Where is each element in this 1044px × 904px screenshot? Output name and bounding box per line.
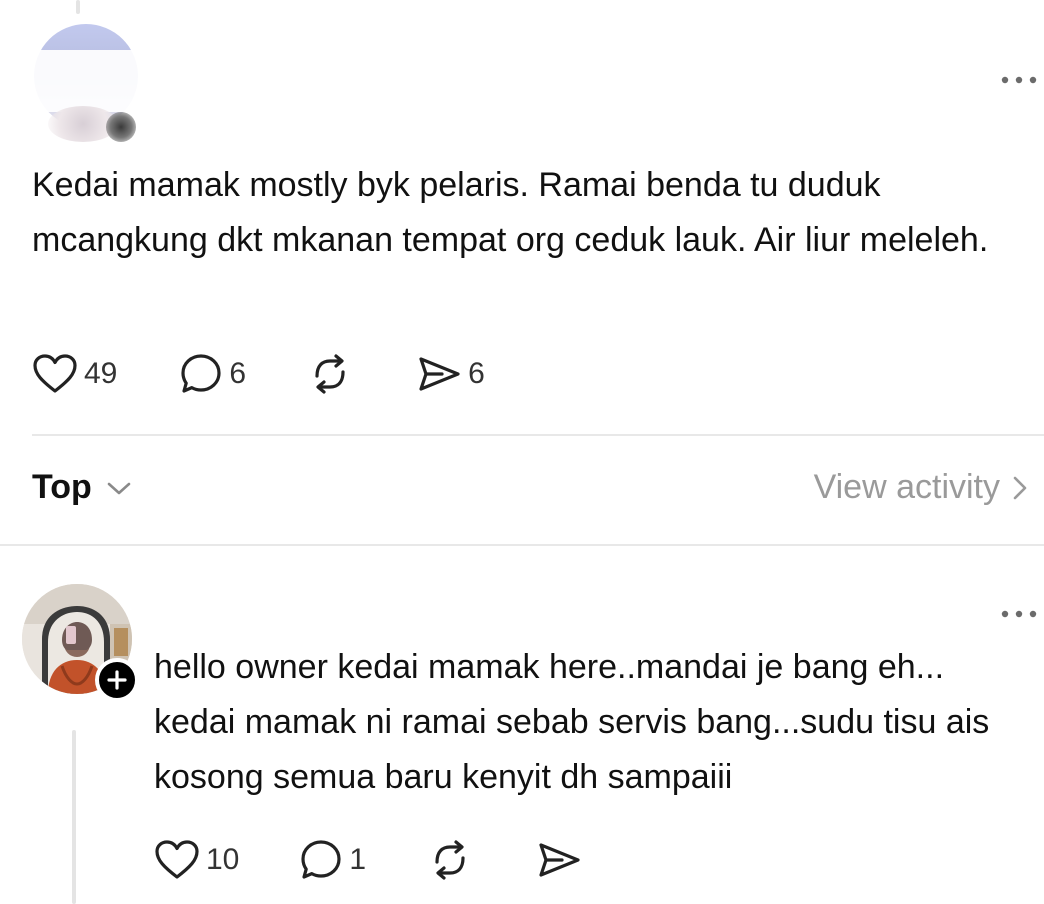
view-activity-label: View activity xyxy=(813,468,1000,506)
chevron-right-icon xyxy=(1013,476,1027,499)
view-activity-link[interactable]: View activity xyxy=(814,468,1030,507)
follow-button[interactable] xyxy=(95,658,139,702)
reply-count: 6 xyxy=(229,357,247,390)
reply-button[interactable]: 1 xyxy=(299,838,366,882)
share-icon xyxy=(419,357,460,391)
post-text: Kedai mamak mostly byk pelaris. Ramai be… xyxy=(32,166,989,259)
like-count: 49 xyxy=(84,357,118,390)
post-more-options-button[interactable] xyxy=(1000,64,1038,90)
comment-icon xyxy=(181,354,221,393)
heart-icon xyxy=(33,354,77,393)
sort-label: Top xyxy=(32,468,92,506)
reply-actions: 10 1 xyxy=(154,838,582,882)
repost-icon xyxy=(315,354,345,394)
reply-button[interactable]: 6 xyxy=(179,352,246,396)
like-button[interactable]: 49 xyxy=(32,353,117,395)
post-actions: 49 6 6 xyxy=(32,352,485,396)
avatar-redaction xyxy=(30,50,146,112)
reply-count: 1 xyxy=(349,843,367,876)
heart-icon xyxy=(155,840,199,879)
like-count: 10 xyxy=(206,843,240,876)
thread-connector-line xyxy=(76,0,80,14)
share-button[interactable]: 6 xyxy=(416,354,485,394)
repost-button[interactable] xyxy=(308,352,352,396)
plus-icon xyxy=(107,670,127,690)
repost-icon xyxy=(435,840,465,880)
repost-button[interactable] xyxy=(428,838,472,882)
chevron-down-icon xyxy=(107,482,131,494)
divider xyxy=(32,434,1044,436)
share-button[interactable] xyxy=(536,840,582,880)
avatar-blur-dark xyxy=(106,112,136,142)
reply-text: hello owner kedai mamak here..mandai je … xyxy=(154,648,990,796)
reply-more-options-button[interactable] xyxy=(1000,598,1038,624)
sort-dropdown[interactable]: Top xyxy=(32,468,134,507)
divider xyxy=(0,544,1044,546)
more-icon xyxy=(1001,76,1037,84)
comment-icon xyxy=(301,840,341,879)
post-author-avatar[interactable] xyxy=(30,24,146,148)
share-icon xyxy=(539,843,580,877)
like-button[interactable]: 10 xyxy=(154,839,239,881)
share-count: 6 xyxy=(468,357,485,390)
more-icon xyxy=(1001,610,1037,618)
thread-connector-line xyxy=(72,730,76,904)
